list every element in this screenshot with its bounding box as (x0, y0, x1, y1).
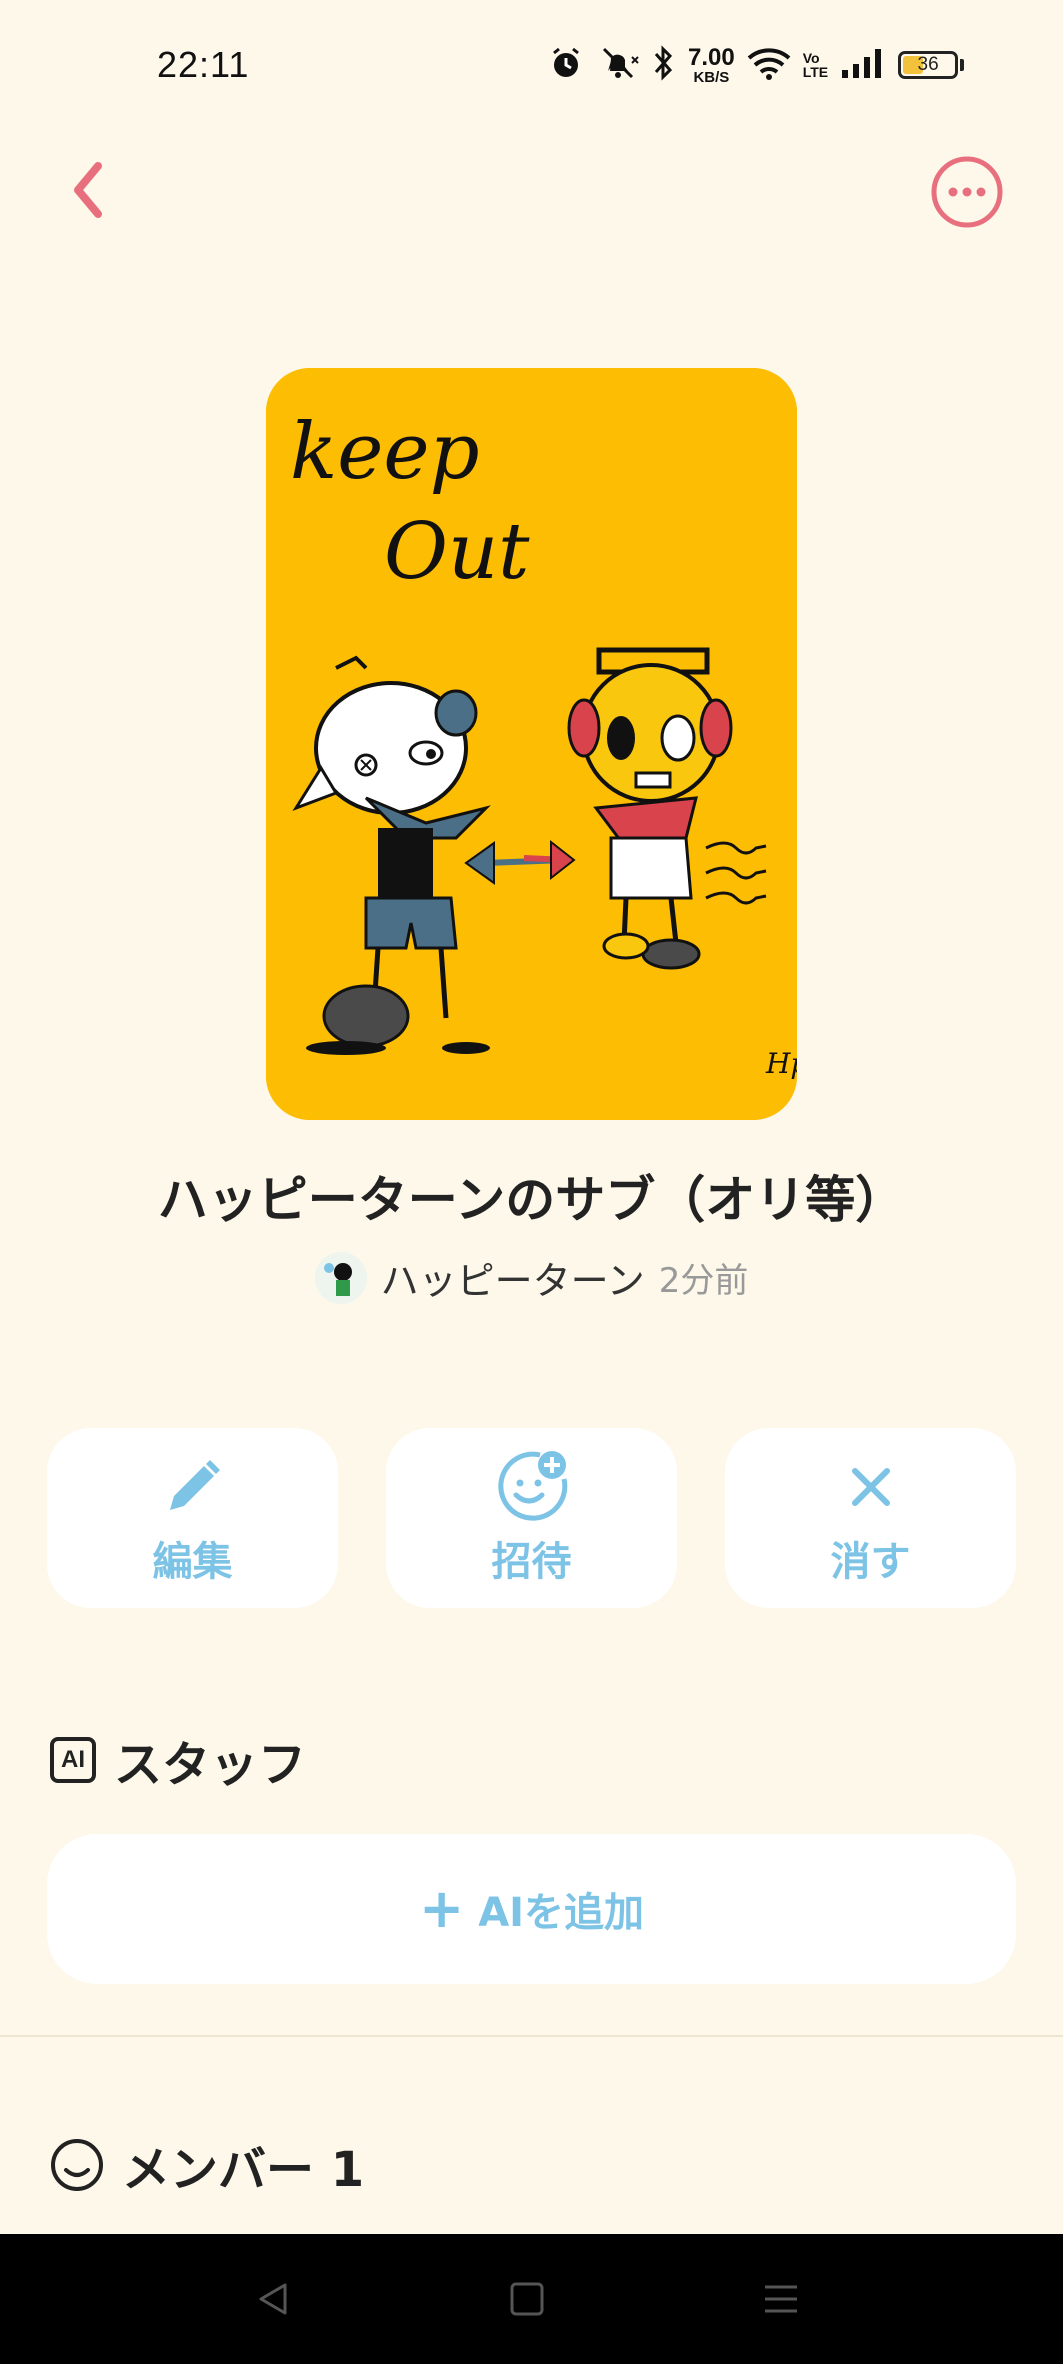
cover-signature: Hp (765, 1047, 797, 1080)
smiley-icon (51, 2139, 103, 2191)
status-bar: 22:11 7.00 KB/S Vo LTE 36 (0, 0, 1063, 130)
nav-back-button[interactable] (248, 2274, 298, 2324)
edit-button[interactable]: 編集 (47, 1428, 338, 1608)
close-icon (833, 1449, 909, 1525)
staff-section-header: AI スタッフ (50, 1725, 306, 1795)
back-button[interactable] (60, 150, 130, 230)
ai-badge-icon: AI (50, 1737, 96, 1783)
group-cover-image[interactable]: keep Out H (266, 368, 797, 1120)
volte-indicator: Vo LTE (803, 51, 828, 79)
bluetooth-icon (652, 44, 676, 86)
group-title: ハッピーターンのサブ（オリ等） (157, 1171, 906, 1229)
system-nav-bar (0, 2234, 1063, 2364)
members-section-header: メンバー 1 (50, 2130, 364, 2200)
cover-text-out: Out (384, 507, 530, 597)
nav-recents-button[interactable] (756, 2274, 806, 2324)
wifi-icon (747, 46, 791, 84)
battery-body: 36 (898, 51, 959, 79)
more-icon (931, 156, 1003, 228)
triangle-back-icon (259, 2283, 287, 2315)
status-icons: 7.00 KB/S Vo LTE 36 (548, 40, 965, 90)
avatar-image (314, 1251, 367, 1304)
chevron-left-icon (74, 162, 102, 218)
plus-icon: + (418, 1877, 465, 1940)
delete-button[interactable]: 消す (725, 1428, 1016, 1608)
invite-label: 招待 (491, 1539, 572, 1585)
battery-tip (960, 59, 965, 71)
network-speed: 7.00 KB/S (688, 43, 735, 86)
status-time: 22:11 (157, 44, 250, 85)
owner-name[interactable]: ハッピーターン (381, 1250, 645, 1305)
edit-label: 編集 (152, 1539, 233, 1585)
menu-icon (765, 2285, 797, 2313)
nav-home-button[interactable] (502, 2274, 552, 2324)
more-options-button[interactable] (930, 155, 1004, 229)
volte-bottom: LTE (802, 64, 829, 80)
network-speed-unit: KB/S (693, 68, 730, 86)
pencil-icon (155, 1449, 231, 1525)
add-person-icon (494, 1449, 570, 1525)
owner-avatar[interactable] (314, 1251, 367, 1304)
members-section-title: メンバー 1 (122, 2142, 365, 2198)
volte-top: Vo (802, 50, 820, 66)
battery-icon: 36 (898, 51, 965, 79)
network-speed-value: 7.00 (688, 43, 735, 71)
square-home-icon (510, 2282, 544, 2316)
signal-icon (840, 46, 886, 84)
invite-button[interactable]: 招待 (386, 1428, 677, 1608)
owner-row[interactable]: ハッピーターン 2分前 (0, 1250, 1063, 1305)
updated-time: 2分前 (658, 1261, 749, 1301)
delete-label: 消す (830, 1539, 911, 1585)
add-ai-button[interactable]: + AIを追加 (47, 1834, 1016, 1984)
cover-illustration: keep Out H (266, 368, 797, 1120)
section-divider (0, 2035, 1063, 2037)
staff-section-title: スタッフ (114, 1737, 307, 1793)
mute-icon (596, 45, 640, 85)
battery-level: 36 (917, 54, 939, 75)
alarm-icon (548, 45, 584, 85)
cover-text-keep: keep (290, 407, 480, 497)
add-ai-label: AIを追加 (478, 1890, 645, 1936)
